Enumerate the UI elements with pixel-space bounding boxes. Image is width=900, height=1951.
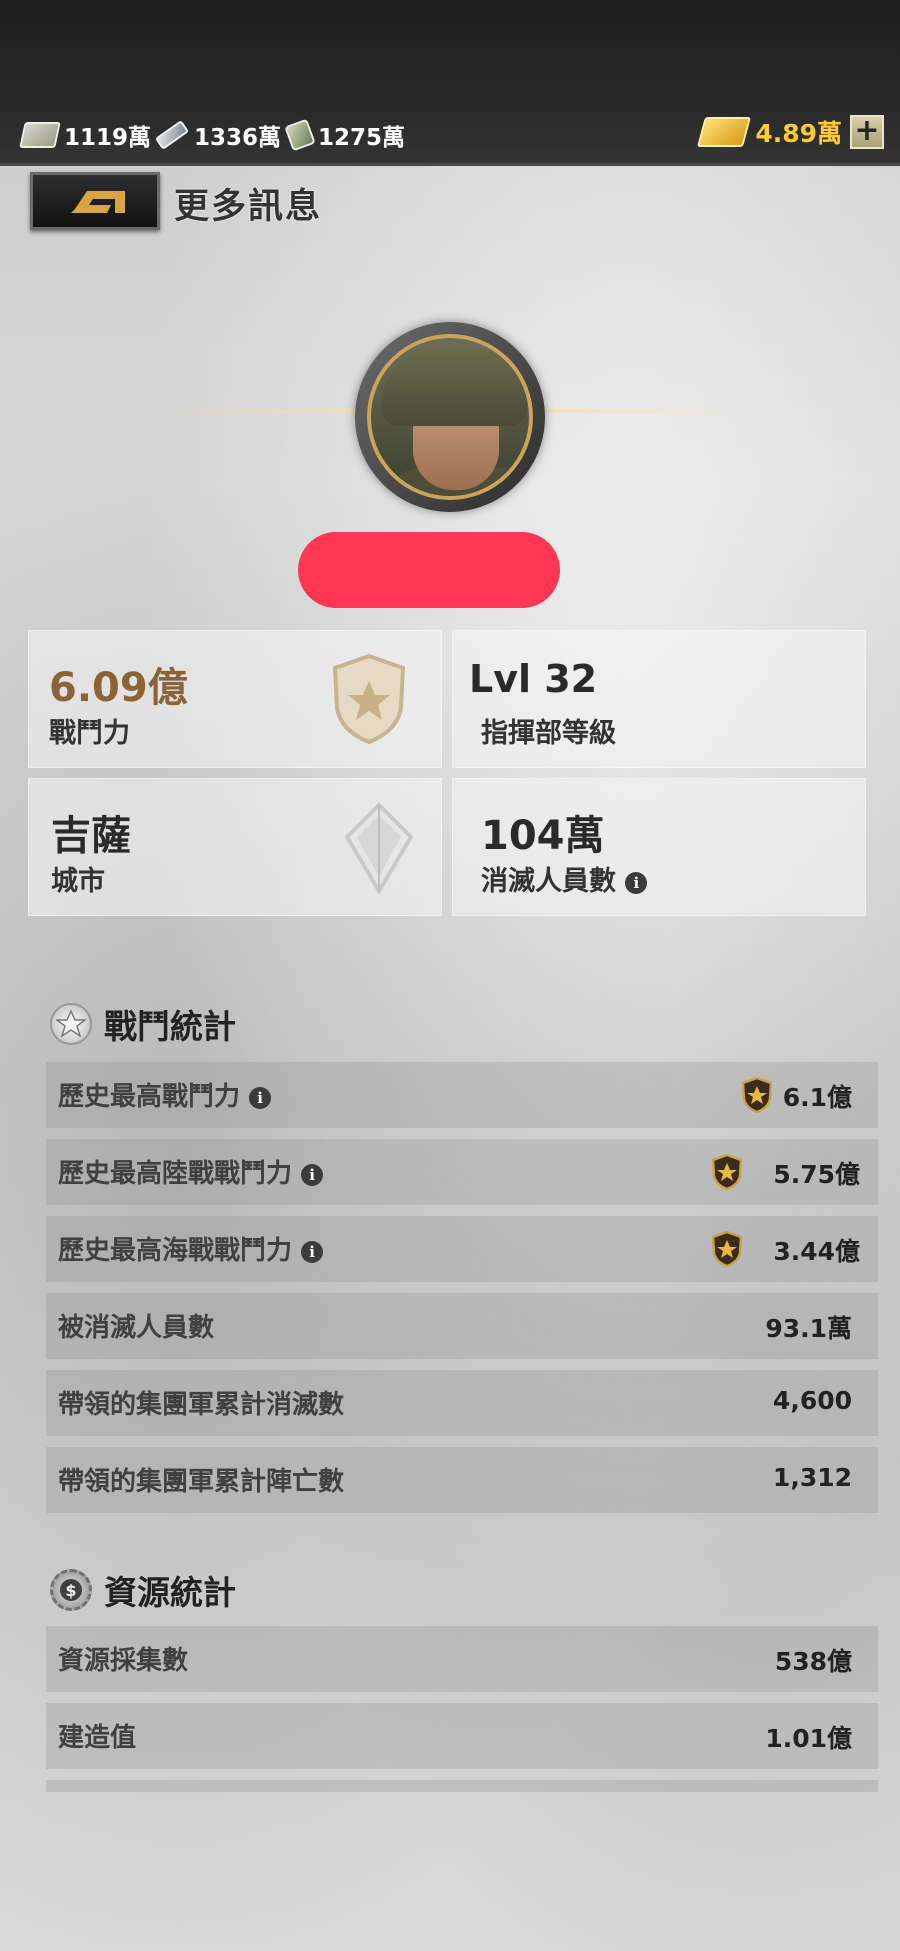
power-label: 戰鬥力: [49, 718, 130, 749]
oil-icon: [284, 118, 316, 152]
gold-bar-icon: [697, 117, 752, 147]
stat-row-army-kills: 帶領的集團軍累計消滅數 4,600: [46, 1370, 878, 1436]
avatar-portrait: [367, 334, 533, 500]
kills-info-icon[interactable]: i: [625, 871, 648, 894]
page-title: 更多訊息: [174, 187, 323, 227]
power-value: 6.09億: [49, 665, 188, 711]
cash-amount: 1119萬: [64, 125, 152, 151]
gold-amount: 4.89萬: [755, 119, 842, 148]
stat-label: 歷史最高戰鬥力 i: [58, 1076, 272, 1113]
resource-bar: 1119萬 1336萬 1275萬 4.89萬 +: [0, 0, 900, 166]
resource-stats-header: $ 資源統計: [50, 1566, 236, 1614]
battle-stats-title: 戰鬥統計: [104, 1007, 236, 1046]
cash-resource[interactable]: 1119萬: [19, 118, 152, 152]
kills-value: 104萬: [481, 813, 605, 859]
power-card: 6.09億 戰鬥力: [28, 630, 442, 768]
stat-value: 538億: [774, 1647, 852, 1676]
max-land-power-info-icon[interactable]: i: [301, 1163, 324, 1186]
stat-label: 帶領的集團軍累計消滅數: [58, 1390, 345, 1420]
add-gold-button[interactable]: +: [850, 115, 884, 149]
coin-gear-icon: $: [50, 1569, 92, 1611]
hq-level-card: Lvl 32 指揮部等級: [452, 630, 866, 768]
stat-value: 4,600: [772, 1386, 852, 1415]
stat-label: 歷史最高陸戰戰鬥力 i: [58, 1153, 324, 1190]
resource-stats-title: 資源統計: [104, 1573, 236, 1612]
steel-amount: 1336萬: [194, 125, 282, 151]
hq-level-value: Lvl 32: [469, 657, 598, 701]
gold-resource[interactable]: 4.89萬 +: [697, 114, 884, 150]
stat-row-max-power: 歷史最高戰鬥力 i 6.1億: [46, 1062, 878, 1128]
oil-amount: 1275萬: [318, 125, 406, 151]
back-button[interactable]: [30, 172, 160, 230]
stat-row-army-deaths: 帶領的集團軍累計陣亡數 1,312: [46, 1447, 878, 1513]
city-card: 吉薩 城市: [28, 778, 442, 916]
stat-value: 6.1億: [782, 1083, 852, 1112]
kills-card: 104萬 消滅人員數 i: [452, 778, 866, 916]
city-value: 吉薩: [51, 813, 131, 859]
svg-text:$: $: [65, 1581, 76, 1600]
star-icon: [50, 1003, 92, 1045]
stat-value: 93.1萬: [765, 1314, 852, 1343]
steel-icon: [154, 120, 190, 150]
max-power-info-icon[interactable]: i: [249, 1086, 272, 1109]
stat-label: 帶領的集團軍累計陣亡數: [58, 1467, 345, 1497]
city-label: 城市: [51, 866, 105, 897]
max-naval-power-info-icon[interactable]: i: [301, 1240, 324, 1263]
redacted-player-name: [298, 532, 560, 608]
stat-row-build-value: 建造值 1.01億: [46, 1703, 878, 1769]
stat-value: 1.01億: [765, 1724, 852, 1753]
gold-shield-star-icon: [742, 1077, 772, 1113]
hq-level-label: 指揮部等級: [481, 718, 616, 749]
stat-label: 資源採集數: [58, 1646, 189, 1676]
battle-stats-header: 戰鬥統計: [50, 1000, 236, 1048]
stat-row-units-lost: 被消滅人員數 93.1萬: [46, 1293, 878, 1359]
avatar[interactable]: [355, 322, 545, 512]
gold-shield-star-icon: [712, 1231, 742, 1267]
stat-label: 被消滅人員數: [58, 1313, 215, 1343]
shield-star-icon: [332, 653, 406, 745]
oil-resource[interactable]: 1275萬: [284, 118, 406, 152]
stat-value: 5.75億: [773, 1160, 860, 1189]
stat-label: 歷史最高海戰戰鬥力 i: [58, 1230, 324, 1267]
stat-row-partial: [46, 1780, 878, 1792]
stat-row-resources-gathered: 資源採集數 538億: [46, 1626, 878, 1692]
city-diamond-icon: [344, 802, 414, 895]
cash-icon: [19, 122, 61, 148]
back-arrow-icon: [71, 191, 125, 213]
stat-value: 1,312: [772, 1463, 852, 1492]
stat-row-max-naval-power: 歷史最高海戰戰鬥力 i 3.44億: [46, 1216, 878, 1282]
stat-value: 3.44億: [773, 1237, 860, 1266]
stat-row-max-land-power: 歷史最高陸戰戰鬥力 i 5.75億: [46, 1139, 878, 1205]
steel-resource[interactable]: 1336萬: [154, 118, 282, 152]
kills-label: 消滅人員數 i: [481, 859, 648, 898]
stat-label: 建造值: [58, 1723, 137, 1753]
gold-shield-star-icon: [712, 1154, 742, 1190]
